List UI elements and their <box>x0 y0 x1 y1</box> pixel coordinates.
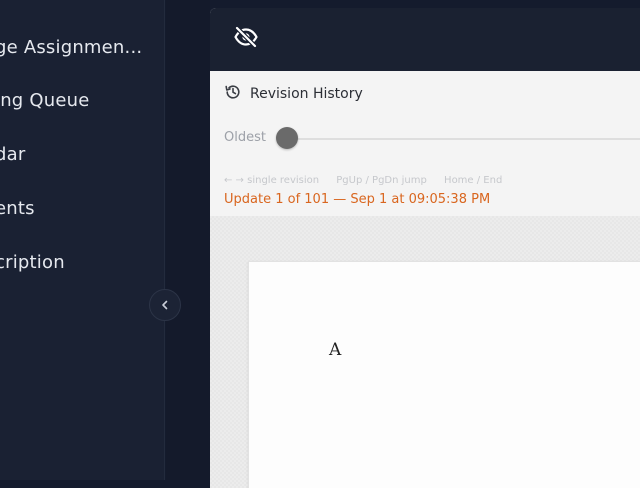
sidebar-item-calendar[interactable]: dar <box>0 140 30 170</box>
sidebar-item-label: ing Queue <box>0 90 90 111</box>
hint-home-end: Home / End <box>444 175 503 186</box>
keyboard-hints: ← → single revision PgUp / PgDn jump Hom… <box>224 175 516 186</box>
sidebar-item-label: ents <box>0 198 35 219</box>
hint-single-revision: ← → single revision <box>224 175 320 186</box>
revision-history-card: Revision History Oldest ← → single revis… <box>210 71 640 216</box>
eye-off-icon <box>233 25 259 53</box>
sidebar-item-subscription[interactable]: cription <box>0 248 70 278</box>
slider-track[interactable] <box>286 138 640 140</box>
sidebar: ge Assignmen... ing Queue dar ents cript… <box>0 0 165 480</box>
slider-thumb[interactable] <box>276 127 298 149</box>
slider-oldest-label: Oldest <box>224 130 266 145</box>
sidebar-item-label: ge Assignmen... <box>0 37 143 58</box>
revision-history-title: Revision History <box>250 86 363 102</box>
hint-jump: PgUp / PgDn jump <box>336 175 427 186</box>
revision-slider[interactable]: Oldest <box>224 127 640 149</box>
revision-panel: Revision History Oldest ← → single revis… <box>210 8 640 488</box>
panel-toolbar <box>210 8 640 71</box>
revision-history-header: Revision History <box>224 83 363 105</box>
update-status: Update 1 of 101 — Sep 1 at 09:05:38 PM <box>224 192 491 207</box>
history-icon <box>224 83 242 105</box>
sidebar-item-page-assignments[interactable]: ge Assignmen... <box>0 33 147 63</box>
sidebar-item-documents[interactable]: ents <box>0 194 40 224</box>
sidebar-item-label: cription <box>0 252 65 273</box>
hide-view-button[interactable] <box>233 25 259 49</box>
layout-gutter <box>166 0 210 480</box>
sidebar-item-queue[interactable]: ing Queue <box>0 86 95 116</box>
chevron-left-icon <box>159 296 171 315</box>
document-canvas: A <box>210 216 640 488</box>
sidebar-item-label: dar <box>0 144 26 165</box>
document-page[interactable]: A <box>248 261 640 488</box>
document-text: A <box>329 340 342 360</box>
collapse-sidebar-button[interactable] <box>149 289 181 321</box>
